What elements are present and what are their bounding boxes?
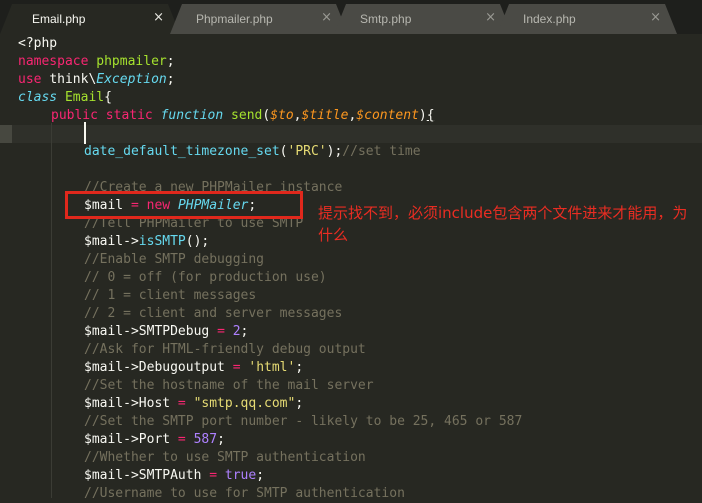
variable: $mail->Port xyxy=(84,432,171,447)
comment: //Whether to use SMTP authentication xyxy=(84,450,366,465)
code-line: namespace phpmailer; xyxy=(18,54,175,69)
use-path: think\ xyxy=(49,72,97,87)
keyword: class xyxy=(18,90,58,105)
method-call: isSMTP xyxy=(138,234,186,249)
code-line: class Email{ xyxy=(18,90,112,105)
code-editor[interactable]: <?php namespace phpmailer; use think\Exc… xyxy=(0,34,702,501)
code-line: //Enable SMTP debugging xyxy=(84,251,264,269)
code-line: //Set the SMTP port number - likely to b… xyxy=(84,413,522,431)
function-name: send xyxy=(231,108,263,123)
code-line: // 2 = client and server messages xyxy=(84,305,342,323)
code-line: $mail->Debugoutput = 'html'; xyxy=(84,360,304,375)
close-icon[interactable]: × xyxy=(650,10,661,25)
gutter-marker xyxy=(0,125,12,143)
code-line: $mail->SMTPAuth = true; xyxy=(84,468,265,483)
comment: // 2 = client and server messages xyxy=(84,306,343,321)
string: "smtp.qq.com" xyxy=(193,396,296,411)
variable: $mail->Debugoutput xyxy=(84,360,225,375)
text-caret xyxy=(84,122,86,144)
class-ref: Exception xyxy=(96,72,167,87)
code-line: //Ask for HTML-friendly debug output xyxy=(84,341,366,359)
brace: { xyxy=(426,108,435,123)
number: 587 xyxy=(193,432,218,447)
boolean: true xyxy=(224,468,257,483)
tab-index-php[interactable]: Index.php × xyxy=(497,4,677,34)
highlight-box xyxy=(65,191,303,219)
function-call: date_default_timezone_set xyxy=(84,144,280,159)
keyword: use xyxy=(18,72,42,87)
tab-bar: Email.php × Phpmailer.php × Smtp.php × I… xyxy=(0,0,702,34)
class-name: Email xyxy=(64,90,105,105)
keyword: public xyxy=(51,108,98,123)
variable: $mail-> xyxy=(84,234,139,249)
namespace-name: phpmailer xyxy=(96,54,167,69)
operator: = xyxy=(217,324,225,339)
tab-label: Email.php xyxy=(32,12,86,26)
close-icon[interactable]: × xyxy=(485,10,496,25)
number: 2 xyxy=(232,324,241,339)
operator: = xyxy=(209,468,218,483)
comment: // 1 = client messages xyxy=(84,288,257,303)
php-open-tag: <?php xyxy=(18,36,58,51)
code-line: public static function send($to,$title,$… xyxy=(51,108,435,123)
current-line-highlight xyxy=(0,125,702,143)
operator: = xyxy=(177,432,186,447)
close-icon[interactable]: × xyxy=(321,10,332,25)
operator: = xyxy=(177,396,186,411)
tab-label: Smtp.php xyxy=(360,12,412,26)
code-line: <?php xyxy=(18,35,57,53)
string: 'html' xyxy=(248,360,296,375)
annotation-text: 提示找不到，必须include包含两个文件进来才能用，为什么 xyxy=(318,204,688,244)
comment: //Username to use for SMTP authenticatio… xyxy=(84,486,405,501)
comment: //Set the hostname of the mail server xyxy=(84,378,374,393)
code-line: // 1 = client messages xyxy=(84,287,256,305)
param: $content xyxy=(356,108,419,123)
operator: = xyxy=(232,360,241,375)
comment: //Ask for HTML-friendly debug output xyxy=(84,342,366,357)
tab-phpmailer-php[interactable]: Phpmailer.php × xyxy=(170,4,348,34)
close-icon[interactable]: × xyxy=(153,10,164,25)
code-line: $mail->Host = "smtp.qq.com"; xyxy=(84,396,304,411)
variable: $mail->SMTPDebug xyxy=(84,324,210,339)
code-line: $mail->SMTPDebug = 2; xyxy=(84,324,249,339)
tab-label: Index.php xyxy=(523,12,576,26)
keyword: function xyxy=(160,108,224,123)
variable: $mail->Host xyxy=(84,396,171,411)
comment: // 0 = off (for production use) xyxy=(84,270,327,285)
code-line: // 0 = off (for production use) xyxy=(84,269,327,287)
code-line: date_default_timezone_set('PRC');//set t… xyxy=(84,144,421,159)
param: $title xyxy=(301,108,349,123)
code-line: //Username to use for SMTP authenticatio… xyxy=(84,485,405,503)
code-line: //Whether to use SMTP authentication xyxy=(84,449,366,467)
param: $to xyxy=(270,108,294,123)
code-line: use think\Exception; xyxy=(18,72,175,87)
code-line: $mail->isSMTP(); xyxy=(84,234,210,249)
code-line: $mail->Port = 587; xyxy=(84,432,225,447)
string: 'PRC' xyxy=(287,144,327,159)
comment: //Set the SMTP port number - likely to b… xyxy=(84,414,523,429)
tab-email-php[interactable]: Email.php × xyxy=(0,4,180,34)
comment: //Enable SMTP debugging xyxy=(84,252,265,267)
keyword: static xyxy=(105,108,153,123)
indent-guide xyxy=(51,123,52,498)
code-line: //Set the hostname of the mail server xyxy=(84,377,374,395)
tab-smtp-php[interactable]: Smtp.php × xyxy=(334,4,512,34)
keyword: namespace xyxy=(18,54,89,69)
tab-label: Phpmailer.php xyxy=(196,12,273,26)
variable: $mail->SMTPAuth xyxy=(84,468,202,483)
comment: //set time xyxy=(342,144,421,159)
